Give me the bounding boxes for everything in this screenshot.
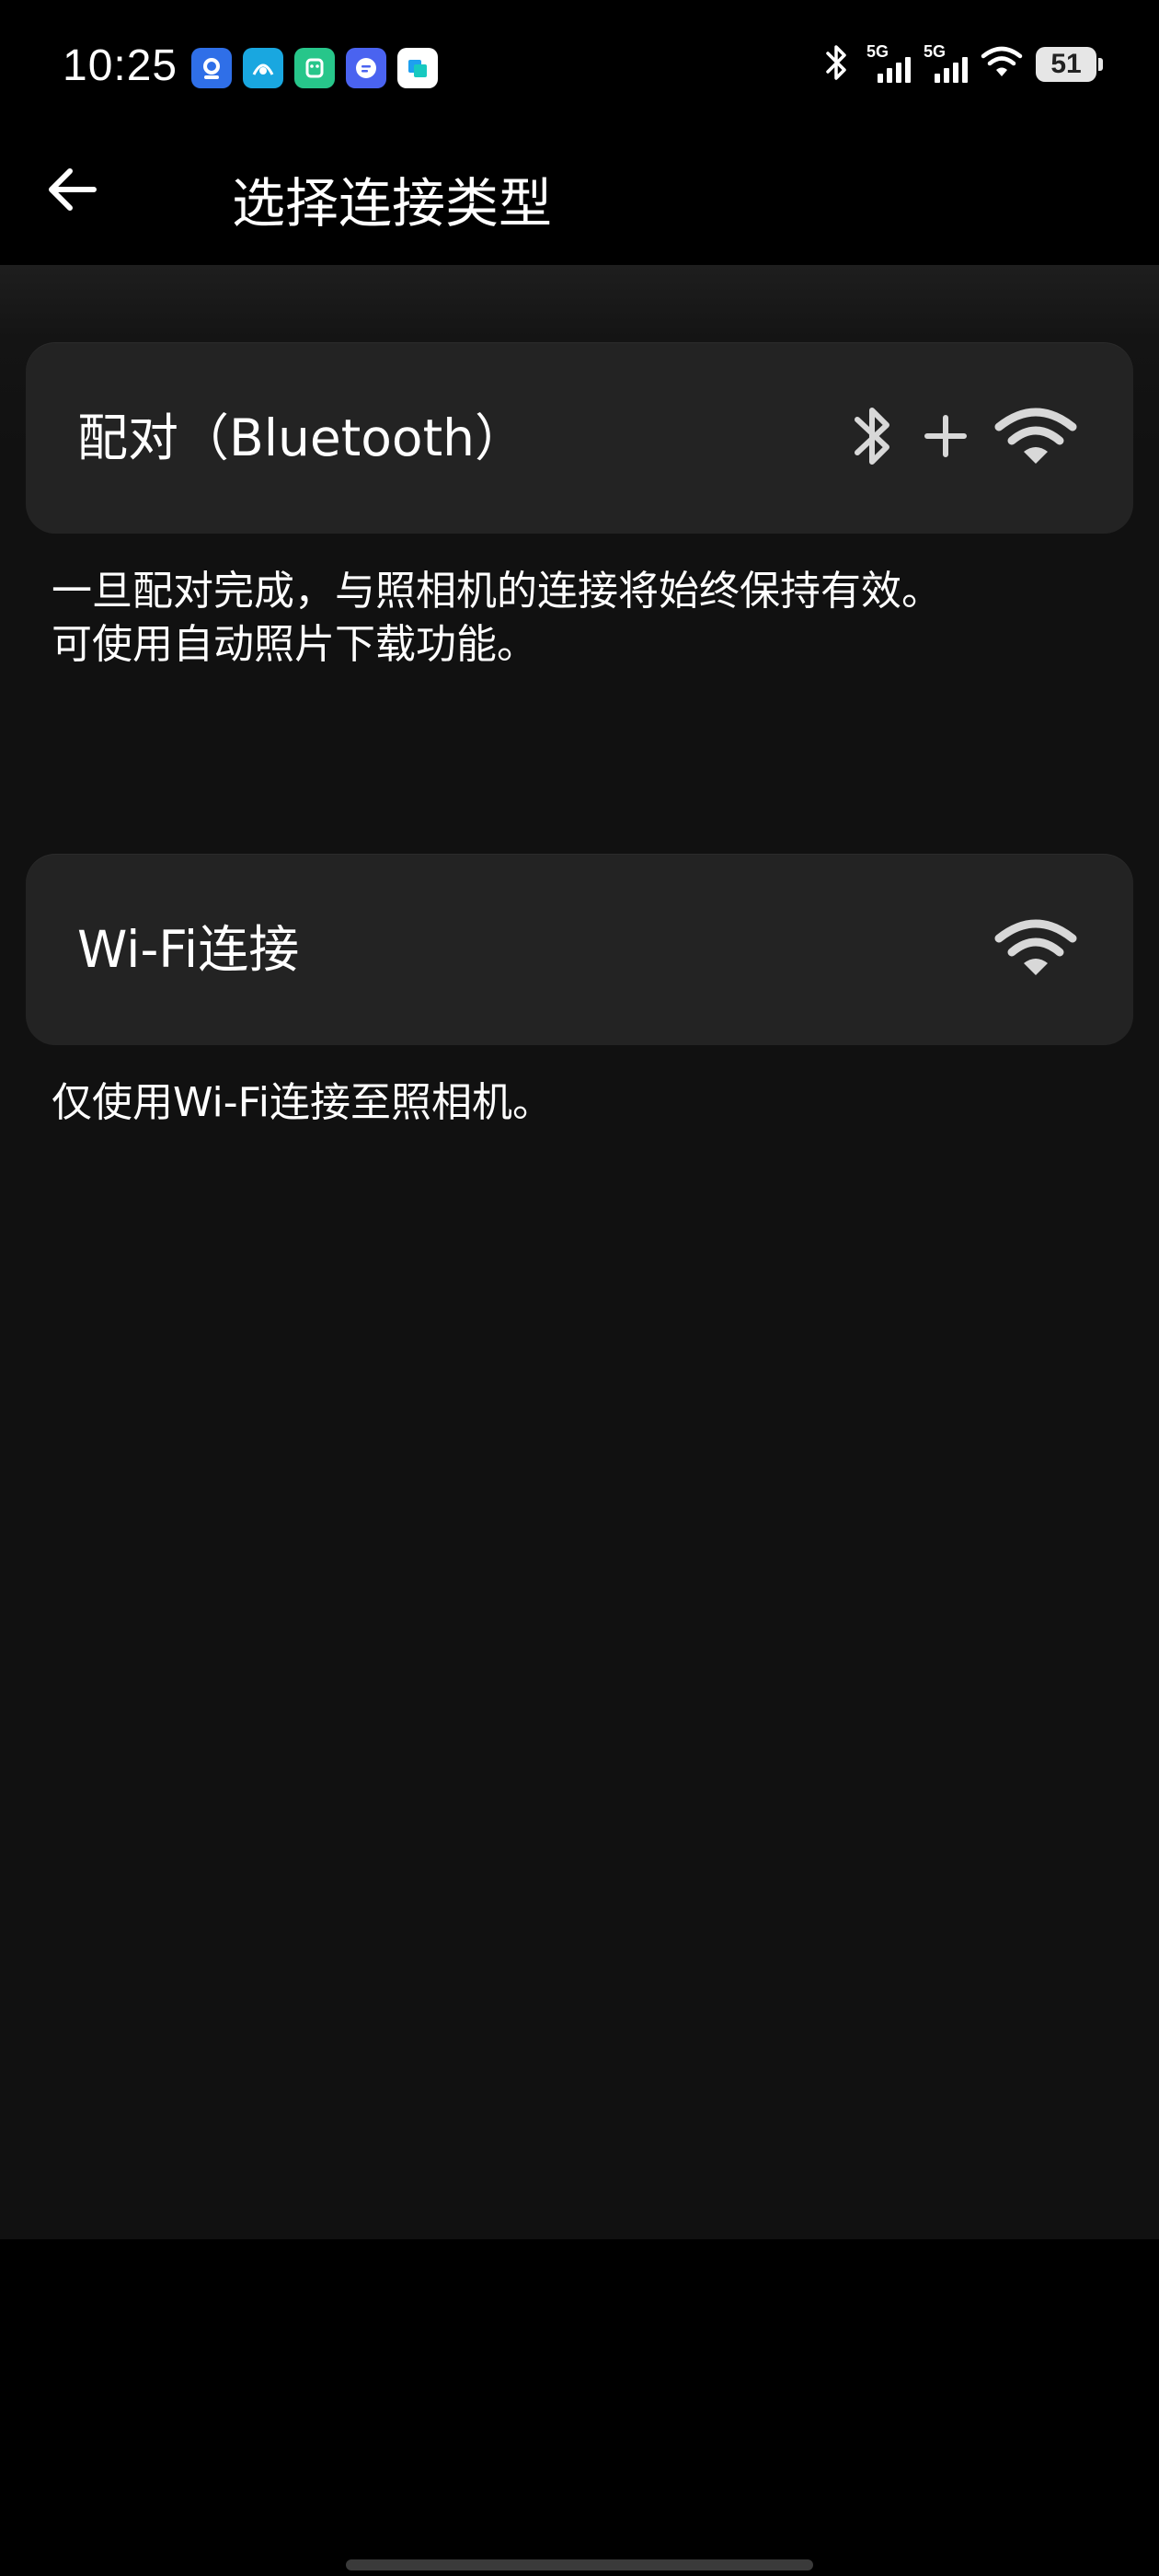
option-label: 配对（Bluetooth） [77,408,525,467]
wifi-description: 仅使用Wi-Fi连接至照相机。 [52,1076,553,1130]
wifi-connection-option[interactable]: Wi-Fi连接 [26,854,1133,1045]
battery-icon: 51 [1036,47,1103,82]
app-bar: 选择连接类型 [0,138,1159,265]
option-icons [846,342,1078,534]
wifi-icon [993,916,1078,983]
option-icons [993,854,1078,1045]
wifi-status-icon [981,44,1023,85]
description-line: 一旦配对完成，与照相机的连接将始终保持有效。 [52,568,942,615]
option-label: Wi-Fi连接 [77,920,300,979]
cellular-signal-icon: 5G [866,42,911,86]
app-icon-1 [191,48,232,88]
screen: 10:25 5G 5G 51 选择连接类型 配对（Bluetooth） 一旦配对… [0,0,1159,2576]
bluetooth-status-icon [820,42,854,86]
home-indicator[interactable] [346,2559,813,2570]
back-button[interactable] [37,156,107,226]
cellular-signal-icon: 5G [924,42,968,86]
wifi-icon [993,405,1078,471]
app-icon-5 [397,48,438,88]
pairing-description: 一旦配对完成，与照相机的连接将始终保持有效。 可使用自动照片下载功能。 [52,565,942,672]
description-line: 仅使用Wi-Fi连接至照相机。 [52,1079,553,1126]
description-line: 可使用自动照片下载功能。 [52,621,537,668]
status-bar: 10:25 5G 5G 51 [0,0,1159,138]
pairing-bluetooth-option[interactable]: 配对（Bluetooth） [26,342,1133,534]
notification-icons [191,48,438,88]
app-icon-3 [294,48,335,88]
bluetooth-icon [846,397,898,478]
back-arrow-icon [42,160,101,223]
content-area: 配对（Bluetooth） 一旦配对完成，与照相机的连接将始终保持有效。 可使用… [0,265,1159,2239]
app-icon-2 [243,48,283,88]
app-icon-4 [346,48,386,88]
status-time: 10:25 [63,41,178,90]
status-right: 5G 5G 51 [820,42,1103,86]
page-title: 选择连接类型 [232,172,553,235]
plus-icon [924,414,968,462]
